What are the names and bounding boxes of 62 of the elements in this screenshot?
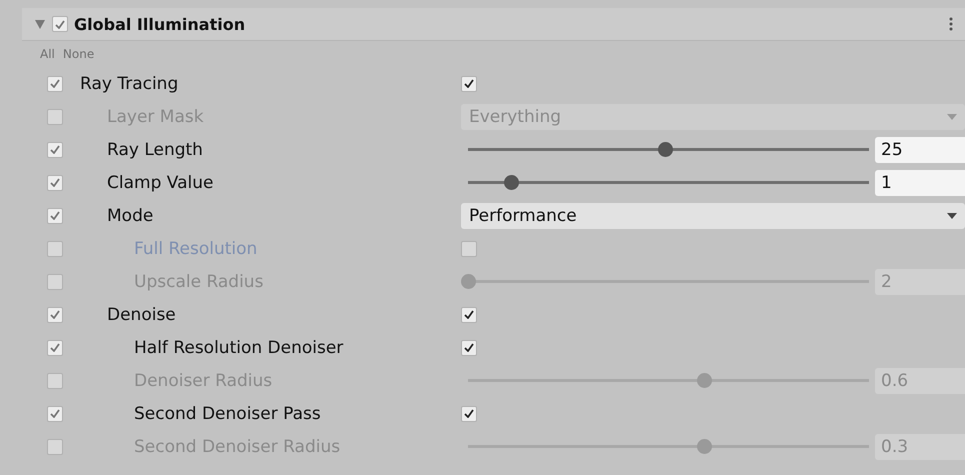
setting-label: Half Resolution Denoiser: [134, 338, 344, 358]
dropdown[interactable]: Everything: [461, 104, 965, 130]
expand-triangle-icon[interactable]: [34, 18, 46, 30]
slider-thumb[interactable]: [504, 175, 520, 190]
checkmark-icon: [464, 310, 474, 319]
number-field[interactable]: 25: [875, 136, 965, 162]
override-checkbox[interactable]: [47, 438, 63, 454]
checkmark-icon: [464, 343, 474, 352]
override-checkbox[interactable]: [47, 174, 63, 190]
override-checkbox[interactable]: [47, 340, 63, 356]
override-checkbox[interactable]: [47, 406, 63, 422]
override-checkbox[interactable]: [47, 208, 63, 224]
slider[interactable]: [461, 274, 869, 289]
override-checkbox[interactable]: [47, 306, 63, 322]
more-options-icon[interactable]: [949, 17, 953, 31]
setting-label: Layer Mask: [107, 106, 205, 126]
setting-label: Ray Length: [107, 140, 204, 160]
setting-label: Denoiser Radius: [134, 370, 274, 390]
value-checkbox[interactable]: [461, 306, 477, 322]
select-link[interactable]: All: [40, 47, 55, 61]
checkmark-icon: [50, 178, 60, 187]
checkmark-icon: [55, 20, 65, 28]
checkmark-icon: [50, 145, 60, 154]
setting-label: Second Denoiser Radius: [134, 436, 342, 456]
value-checkbox[interactable]: [461, 240, 477, 256]
checkmark-icon: [50, 211, 60, 220]
checkmark-icon: [464, 409, 474, 418]
checkmark-icon: [50, 79, 60, 88]
checkmark-icon: [464, 79, 474, 88]
setting-label: Mode: [107, 206, 154, 226]
setting-label: Denoise: [107, 304, 177, 324]
slider-thumb[interactable]: [697, 439, 712, 454]
setting-label: Second Denoiser Pass: [134, 404, 322, 424]
number-field[interactable]: 0.6: [875, 368, 965, 394]
setting-label: Clamp Value: [107, 172, 214, 192]
setting-label: Upscale Radius: [134, 272, 264, 292]
slider-thumb[interactable]: [658, 142, 673, 157]
override-checkbox[interactable]: [47, 240, 63, 256]
checkmark-icon: [50, 409, 60, 418]
override-checkbox[interactable]: [47, 372, 63, 388]
override-checkbox[interactable]: [47, 108, 63, 124]
setting-label: Ray Tracing: [80, 74, 180, 94]
override-checkbox[interactable]: [47, 76, 63, 92]
dropdown[interactable]: Performance: [461, 202, 965, 228]
number-field[interactable]: 0.3: [875, 434, 965, 460]
setting-label: Full Resolution: [134, 238, 258, 258]
enable-checkbox[interactable]: [52, 16, 68, 32]
value-checkbox[interactable]: [461, 76, 477, 92]
checkmark-icon: [50, 310, 60, 319]
number-field[interactable]: 1: [875, 170, 965, 196]
value-checkbox[interactable]: [461, 406, 477, 422]
value-checkbox[interactable]: [461, 340, 477, 356]
override-checkbox[interactable]: [47, 142, 63, 158]
checkmark-icon: [50, 343, 60, 352]
section-title: Global Illumination: [74, 14, 246, 34]
slider-thumb[interactable]: [461, 274, 476, 289]
override-checkbox[interactable]: [47, 274, 63, 290]
number-field[interactable]: 2: [875, 268, 965, 294]
slider-thumb[interactable]: [697, 373, 712, 388]
dropdown-arrow-icon: [947, 114, 957, 120]
dropdown-arrow-icon: [947, 212, 957, 218]
select-link[interactable]: None: [62, 47, 94, 61]
